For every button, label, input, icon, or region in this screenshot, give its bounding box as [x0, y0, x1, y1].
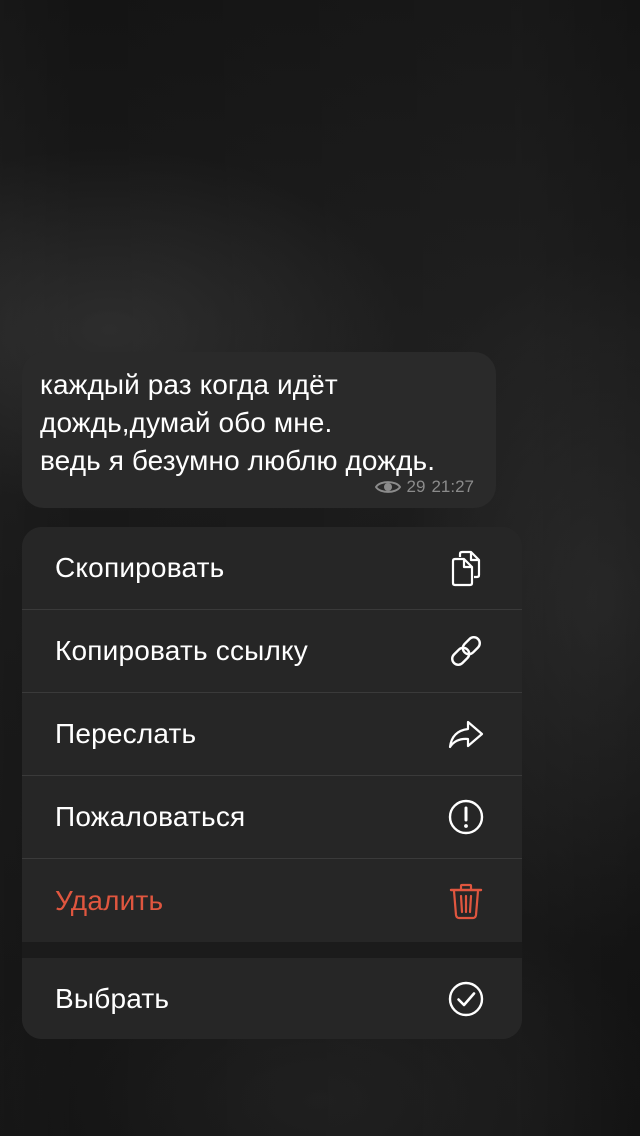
eye-icon — [374, 481, 401, 493]
view-count: 29 — [406, 477, 426, 496]
context-menu: Скопировать Копировать ссылку Переслать … — [22, 527, 522, 1039]
message-line: дождь,думай обо мне. — [40, 407, 333, 438]
trash-icon — [446, 881, 486, 921]
message-bubble[interactable]: каждый раз когда идёт дождь,думай обо мн… — [22, 352, 496, 508]
menu-separator — [22, 942, 522, 958]
message-meta: 29 21:27 — [374, 477, 474, 497]
select-menu-item[interactable]: Выбрать — [22, 958, 522, 1039]
menu-select-group: Выбрать — [22, 958, 522, 1039]
report-icon — [446, 797, 486, 837]
copy-icon — [446, 548, 486, 588]
forward-label: Переслать — [55, 718, 197, 749]
link-icon — [446, 631, 486, 671]
menu-actions-group: Скопировать Копировать ссылку Переслать … — [22, 527, 522, 942]
checkmark-circle-icon — [446, 979, 486, 1019]
copy-menu-item[interactable]: Скопировать — [22, 527, 522, 610]
message-line: каждый раз когда идёт — [40, 369, 338, 400]
message-line: ведь я безумно люблю дождь. — [40, 445, 436, 476]
report-label: Пожаловаться — [55, 801, 246, 832]
message-time: 21:27 — [431, 477, 474, 496]
select-label: Выбрать — [55, 983, 170, 1014]
delete-menu-item[interactable]: Удалить — [22, 859, 522, 942]
copy-label: Скопировать — [55, 552, 225, 583]
report-menu-item[interactable]: Пожаловаться — [22, 776, 522, 859]
message-text: каждый раз когда идёт дождь,думай обо мн… — [40, 366, 478, 480]
delete-label: Удалить — [55, 884, 164, 916]
copy-link-label: Копировать ссылку — [55, 635, 308, 666]
copy-link-menu-item[interactable]: Копировать ссылку — [22, 610, 522, 693]
forward-icon — [446, 714, 486, 754]
forward-menu-item[interactable]: Переслать — [22, 693, 522, 776]
